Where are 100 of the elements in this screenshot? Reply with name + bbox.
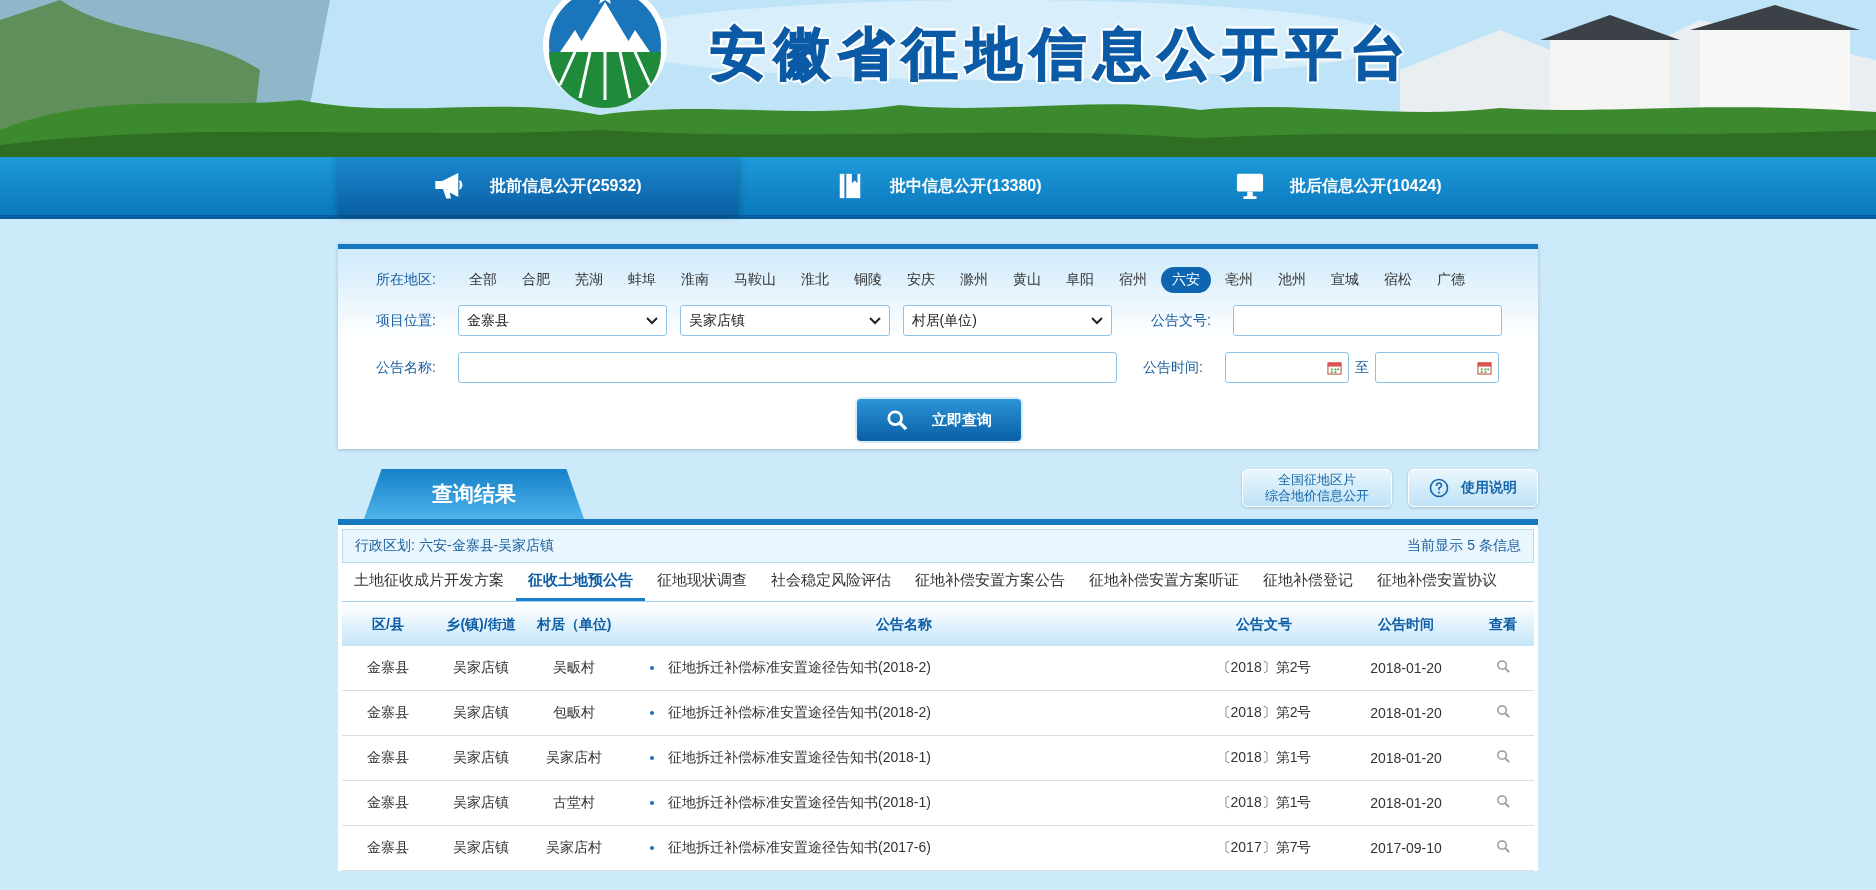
table-cell: 金寨县 — [342, 825, 434, 871]
notice-time-label: 公告时间: — [1143, 358, 1204, 377]
search-icon[interactable] — [1495, 794, 1511, 809]
category-tab[interactable]: 征收土地预公告 — [516, 563, 645, 601]
start-date-field[interactable] — [1225, 352, 1349, 383]
region-tab[interactable]: 全部 — [458, 267, 508, 293]
table-cell: 吴家店镇 — [434, 690, 528, 736]
category-tab[interactable]: 征地补偿登记 — [1251, 563, 1365, 601]
region-tab[interactable]: 池州 — [1267, 267, 1317, 293]
region-tab[interactable]: 宿松 — [1373, 267, 1423, 293]
region-tab[interactable]: 蚌埠 — [617, 267, 667, 293]
category-tab[interactable]: 征地补偿安置方案听证 — [1077, 563, 1251, 601]
table-cell: 金寨县 — [342, 646, 434, 691]
table-cell: 吴家店镇 — [434, 780, 528, 826]
table-cell: 吴家店镇 — [434, 646, 528, 691]
notice-link[interactable]: 征地拆迁补偿标准安置途径告知书(2018-1) — [668, 749, 931, 765]
nav-tab[interactable]: 批前信息公开(25932) — [338, 157, 738, 215]
location-dropdown[interactable]: 金寨县 — [457, 305, 668, 336]
region-tab[interactable]: 马鞍山 — [723, 267, 787, 293]
table-cell: 包畈村 — [528, 690, 620, 736]
region-tab[interactable]: 宿州 — [1108, 267, 1158, 293]
region-tab[interactable]: 阜阳 — [1055, 267, 1105, 293]
notice-link[interactable]: 征地拆迁补偿标准安置途径告知书(2018-1) — [668, 794, 931, 810]
column-header: 乡(镇)/街道 — [434, 604, 528, 646]
category-tab[interactable]: 征地现状调查 — [645, 563, 759, 601]
table-cell: 2018-01-20 — [1340, 780, 1472, 826]
category-tab[interactable]: 土地征收成片开发方案 — [342, 563, 516, 601]
region-label: 所在地区: — [376, 271, 437, 289]
search-icon[interactable] — [1495, 659, 1511, 674]
category-tab[interactable]: 社会稳定风险评估 — [759, 563, 903, 601]
column-header: 区/县 — [342, 604, 434, 646]
table-cell: 〔2018〕第1号 — [1188, 735, 1340, 781]
breadcrumb-label: 行政区划: — [355, 537, 415, 555]
calendar-icon — [1327, 360, 1342, 375]
region-tab[interactable]: 宣城 — [1320, 267, 1370, 293]
notice-link[interactable]: 征地拆迁补偿标准安置途径告知书(2017-6) — [668, 839, 931, 855]
region-tab[interactable]: 芜湖 — [564, 267, 614, 293]
table-cell: 〔2018〕第2号 — [1188, 690, 1340, 736]
table-cell: 吴家店村 — [528, 825, 620, 871]
region-tab[interactable]: 安庆 — [896, 267, 946, 293]
table-cell: 〔2018〕第1号 — [1188, 780, 1340, 826]
nav-tab[interactable]: 批后信息公开(10424) — [1138, 157, 1538, 215]
site-title: 安徽省征地信息公开平台 — [710, 21, 1414, 87]
region-tab[interactable]: 铜陵 — [843, 267, 893, 293]
notice-name-label: 公告名称: — [376, 358, 437, 377]
table-cell: 吴家店村 — [528, 735, 620, 781]
table-cell: 金寨县 — [342, 690, 434, 736]
search-icon[interactable] — [1495, 749, 1511, 764]
table-cell: 金寨县 — [342, 780, 434, 826]
table-cell: 2018-01-20 — [1340, 690, 1472, 736]
column-header: 公告名称 — [620, 604, 1188, 646]
notice-link[interactable]: 征地拆迁补偿标准安置途径告知书(2018-2) — [668, 704, 931, 720]
table-cell: 吴家店镇 — [434, 735, 528, 781]
search-button[interactable]: 立即查询 — [855, 397, 1023, 443]
date-separator: 至 — [1355, 358, 1369, 377]
breadcrumb-path: 六安-金寨县-吴家店镇 — [418, 537, 555, 555]
region-tab[interactable]: 滁州 — [949, 267, 999, 293]
column-header: 公告时间 — [1340, 604, 1472, 646]
notice-link[interactable]: 征地拆迁补偿标准安置途径告知书(2018-2) — [668, 659, 931, 675]
calendar-icon — [1477, 360, 1492, 375]
table-cell: 2018-01-20 — [1340, 735, 1472, 781]
region-tab[interactable]: 亳州 — [1214, 267, 1264, 293]
region-tab[interactable]: 合肥 — [511, 267, 561, 293]
chevron-down-icon — [868, 316, 881, 325]
column-header: 查看 — [1472, 604, 1534, 646]
table-cell: 吴家店镇 — [434, 825, 528, 871]
search-icon — [886, 409, 908, 431]
table-cell: 2018-01-20 — [1340, 646, 1472, 691]
result-count: 当前显示 5 条信息 — [1407, 537, 1521, 555]
table-cell: 〔2018〕第2号 — [1188, 646, 1340, 691]
category-tab[interactable]: 征地补偿安置协议 — [1365, 563, 1509, 601]
table-cell: 〔2017〕第7号 — [1188, 825, 1340, 871]
region-tab[interactable]: 淮北 — [790, 267, 840, 293]
help-button[interactable]: 使用说明 — [1408, 469, 1538, 507]
land-price-button[interactable]: 全国征地区片 综合地价信息公开 — [1242, 469, 1392, 507]
help-icon — [1429, 478, 1449, 498]
location-label: 项目位置: — [376, 311, 437, 330]
location-dropdown[interactable]: 村居(单位) — [902, 305, 1112, 336]
doc-number-label: 公告文号: — [1151, 311, 1212, 330]
table-cell: 古堂村 — [528, 780, 620, 826]
table-cell: 金寨县 — [342, 735, 434, 781]
region-tab[interactable]: 六安 — [1161, 267, 1211, 293]
search-icon[interactable] — [1495, 839, 1511, 854]
chevron-down-icon — [646, 316, 659, 325]
end-date-field[interactable] — [1375, 352, 1499, 383]
search-icon[interactable] — [1495, 704, 1511, 719]
location-dropdown[interactable]: 吴家店镇 — [680, 305, 890, 336]
region-tab[interactable]: 黄山 — [1002, 267, 1052, 293]
region-tab[interactable]: 广德 — [1426, 267, 1476, 293]
table-cell: 吴畈村 — [528, 646, 620, 691]
category-tab[interactable]: 征地补偿安置方案公告 — [903, 563, 1077, 601]
region-tab[interactable]: 淮南 — [670, 267, 720, 293]
table-cell: 2017-09-10 — [1340, 825, 1472, 871]
doc-number-field[interactable] — [1232, 305, 1502, 336]
mountain-logo-icon — [540, 0, 670, 110]
column-header: 公告文号 — [1188, 604, 1340, 646]
chevron-down-icon — [1091, 316, 1103, 325]
nav-tab[interactable]: 批中信息公开(13380) — [738, 157, 1138, 215]
notice-name-field[interactable] — [458, 352, 1117, 383]
column-header: 村居（单位) — [528, 604, 620, 646]
